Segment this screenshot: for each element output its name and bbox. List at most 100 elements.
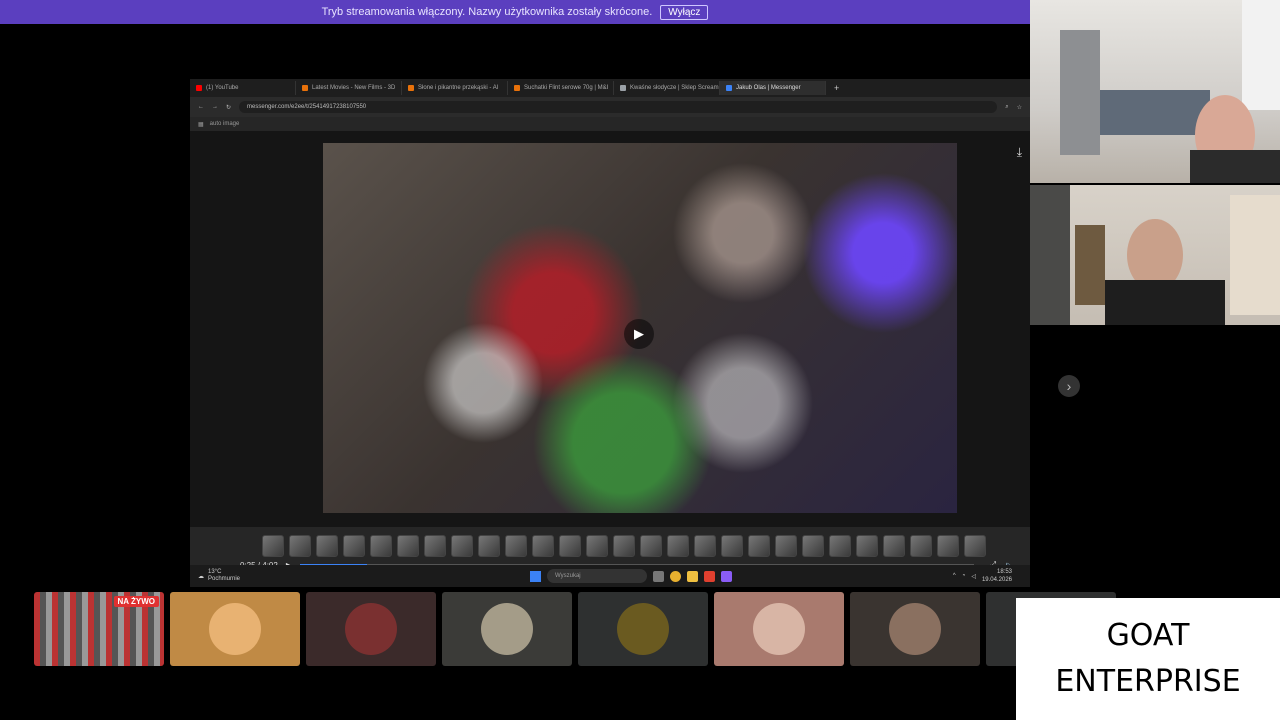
live-badge: NA ŻYWO	[113, 596, 159, 607]
browser-tab[interactable]: Suchatki Flint serowe 70g | M&I	[508, 81, 614, 95]
media-thumbnail-strip	[262, 535, 986, 557]
media-thumbnail[interactable]	[856, 535, 878, 557]
media-thumbnail[interactable]	[289, 535, 311, 557]
chrome-icon[interactable]	[670, 570, 681, 582]
tab-favicon	[408, 85, 414, 91]
participant-tile[interactable]	[850, 592, 980, 666]
wifi-icon[interactable]: ◔	[962, 573, 966, 579]
video-frame[interactable]: ▶	[323, 143, 957, 513]
media-thumbnail[interactable]	[829, 535, 851, 557]
participant-tile[interactable]	[714, 592, 844, 666]
play-overlay-icon[interactable]: ▶	[624, 319, 654, 349]
media-thumbnail[interactable]	[424, 535, 446, 557]
url-field[interactable]: messenger.com/e2ee/t/25414917238107550	[239, 101, 998, 113]
media-thumbnail[interactable]	[370, 535, 392, 557]
browser-tab[interactable]: Latest Movies - New Films - 3D	[296, 81, 402, 95]
avatar	[481, 603, 533, 655]
person-body-shape	[1190, 150, 1280, 183]
avatar	[345, 603, 397, 655]
tray-chevron-icon[interactable]: ^	[953, 573, 956, 579]
media-thumbnail[interactable]	[910, 535, 932, 557]
apps-icon[interactable]: ▦	[198, 121, 204, 128]
media-thumbnail[interactable]	[397, 535, 419, 557]
media-thumbnail[interactable]	[613, 535, 635, 557]
media-thumbnail[interactable]	[262, 535, 284, 557]
avatar	[753, 603, 805, 655]
participant-tile[interactable]	[306, 592, 436, 666]
windows-start-icon[interactable]	[530, 570, 541, 582]
discord-icon[interactable]	[721, 570, 732, 582]
participant-tile[interactable]	[442, 592, 572, 666]
tab-favicon	[620, 85, 626, 91]
person-body-shape	[1105, 280, 1225, 325]
media-thumbnail[interactable]	[802, 535, 824, 557]
bookmarks-bar: ▦ auto image	[190, 117, 1030, 131]
media-thumbnail[interactable]	[667, 535, 689, 557]
brave-icon[interactable]	[704, 570, 715, 582]
taskbar-apps: Wyszukaj	[530, 569, 732, 583]
zoom-icon[interactable]: ⌕	[1005, 104, 1008, 111]
webcam-scene-2	[1030, 185, 1280, 325]
window-shape	[1230, 195, 1280, 315]
weather-widget[interactable]: ☁ 13°C Pochmurnie	[198, 569, 240, 583]
media-thumbnail[interactable]	[532, 535, 554, 557]
back-icon[interactable]: ←	[198, 104, 204, 110]
media-thumbnail[interactable]	[343, 535, 365, 557]
fridge-shape	[1060, 30, 1100, 155]
next-media-icon[interactable]: ›	[1058, 375, 1080, 397]
file-explorer-icon[interactable]	[687, 570, 698, 582]
disable-streaming-button[interactable]: Wyłącz	[660, 4, 709, 20]
media-thumbnail[interactable]	[478, 535, 500, 557]
media-thumbnail[interactable]	[586, 535, 608, 557]
system-tray: ^ ◔ ◁ 18:53 19.04.2026	[953, 568, 1012, 584]
window-shape	[1242, 0, 1280, 110]
avatar	[209, 603, 261, 655]
media-thumbnail[interactable]	[748, 535, 770, 557]
weather-temperature: 13°C	[208, 569, 222, 575]
media-thumbnail[interactable]	[964, 535, 986, 557]
media-thumbnail[interactable]	[883, 535, 905, 557]
browser-tab-bar: (1) YouTube Latest Movies - New Films - …	[190, 79, 1030, 97]
taskbar-search[interactable]: Wyszukaj	[547, 569, 647, 583]
media-thumbnail[interactable]	[316, 535, 338, 557]
tab-favicon	[726, 85, 732, 91]
taskbar-clock[interactable]: 18:53 19.04.2026	[982, 568, 1012, 584]
browser-tab[interactable]: Kwaśne słodycze | Sklep Scream	[614, 81, 720, 95]
windows-taskbar: ☁ 13°C Pochmurnie Wyszukaj ^ ◔ ◁ 18:53 1…	[190, 565, 1030, 587]
tab-label: (1) YouTube	[206, 85, 239, 91]
participant-tile[interactable]: NA ŻYWO	[34, 592, 164, 666]
couch-shape	[1100, 90, 1210, 135]
avatar	[617, 603, 669, 655]
url-text: messenger.com/e2ee/t/25414917238107550	[247, 104, 367, 110]
avatar	[889, 603, 941, 655]
taskbar-search-placeholder: Wyszukaj	[555, 573, 581, 579]
participant-tile[interactable]	[170, 592, 300, 666]
new-tab-icon[interactable]: +	[834, 83, 839, 93]
webcam-scene-1	[1060, 0, 1280, 183]
media-thumbnail[interactable]	[505, 535, 527, 557]
forward-icon[interactable]: →	[212, 104, 218, 110]
speaker-icon[interactable]: ◁	[971, 573, 976, 580]
reload-icon[interactable]: ↻	[226, 104, 231, 111]
bookmark-item[interactable]: auto image	[210, 121, 240, 127]
cloud-icon: ☁	[198, 573, 204, 580]
tab-label: Jakub Olas | Messenger	[736, 85, 801, 91]
task-view-icon[interactable]	[653, 570, 664, 582]
media-thumbnail[interactable]	[559, 535, 581, 557]
streaming-mode-banner: Tryb streamowania włączony. Nazwy użytko…	[0, 0, 1030, 24]
streaming-mode-text: Tryb streamowania włączony. Nazwy użytko…	[321, 6, 653, 18]
media-thumbnail[interactable]	[451, 535, 473, 557]
browser-tab[interactable]: Słone i pikantne przekąski - Al	[402, 81, 508, 95]
media-thumbnail[interactable]	[694, 535, 716, 557]
browser-tab[interactable]: (1) YouTube	[190, 81, 296, 95]
browser-tab-active[interactable]: Jakub Olas | Messenger	[720, 81, 826, 95]
media-thumbnail[interactable]	[721, 535, 743, 557]
download-icon[interactable]: ⤓	[1017, 145, 1022, 160]
tab-label: Latest Movies - New Films - 3D	[312, 85, 396, 91]
bookmark-star-icon[interactable]: ☆	[1017, 104, 1022, 111]
clock-date: 19.04.2026	[981, 577, 1012, 583]
media-thumbnail[interactable]	[775, 535, 797, 557]
participant-tile[interactable]	[578, 592, 708, 666]
media-thumbnail[interactable]	[937, 535, 959, 557]
media-thumbnail[interactable]	[640, 535, 662, 557]
